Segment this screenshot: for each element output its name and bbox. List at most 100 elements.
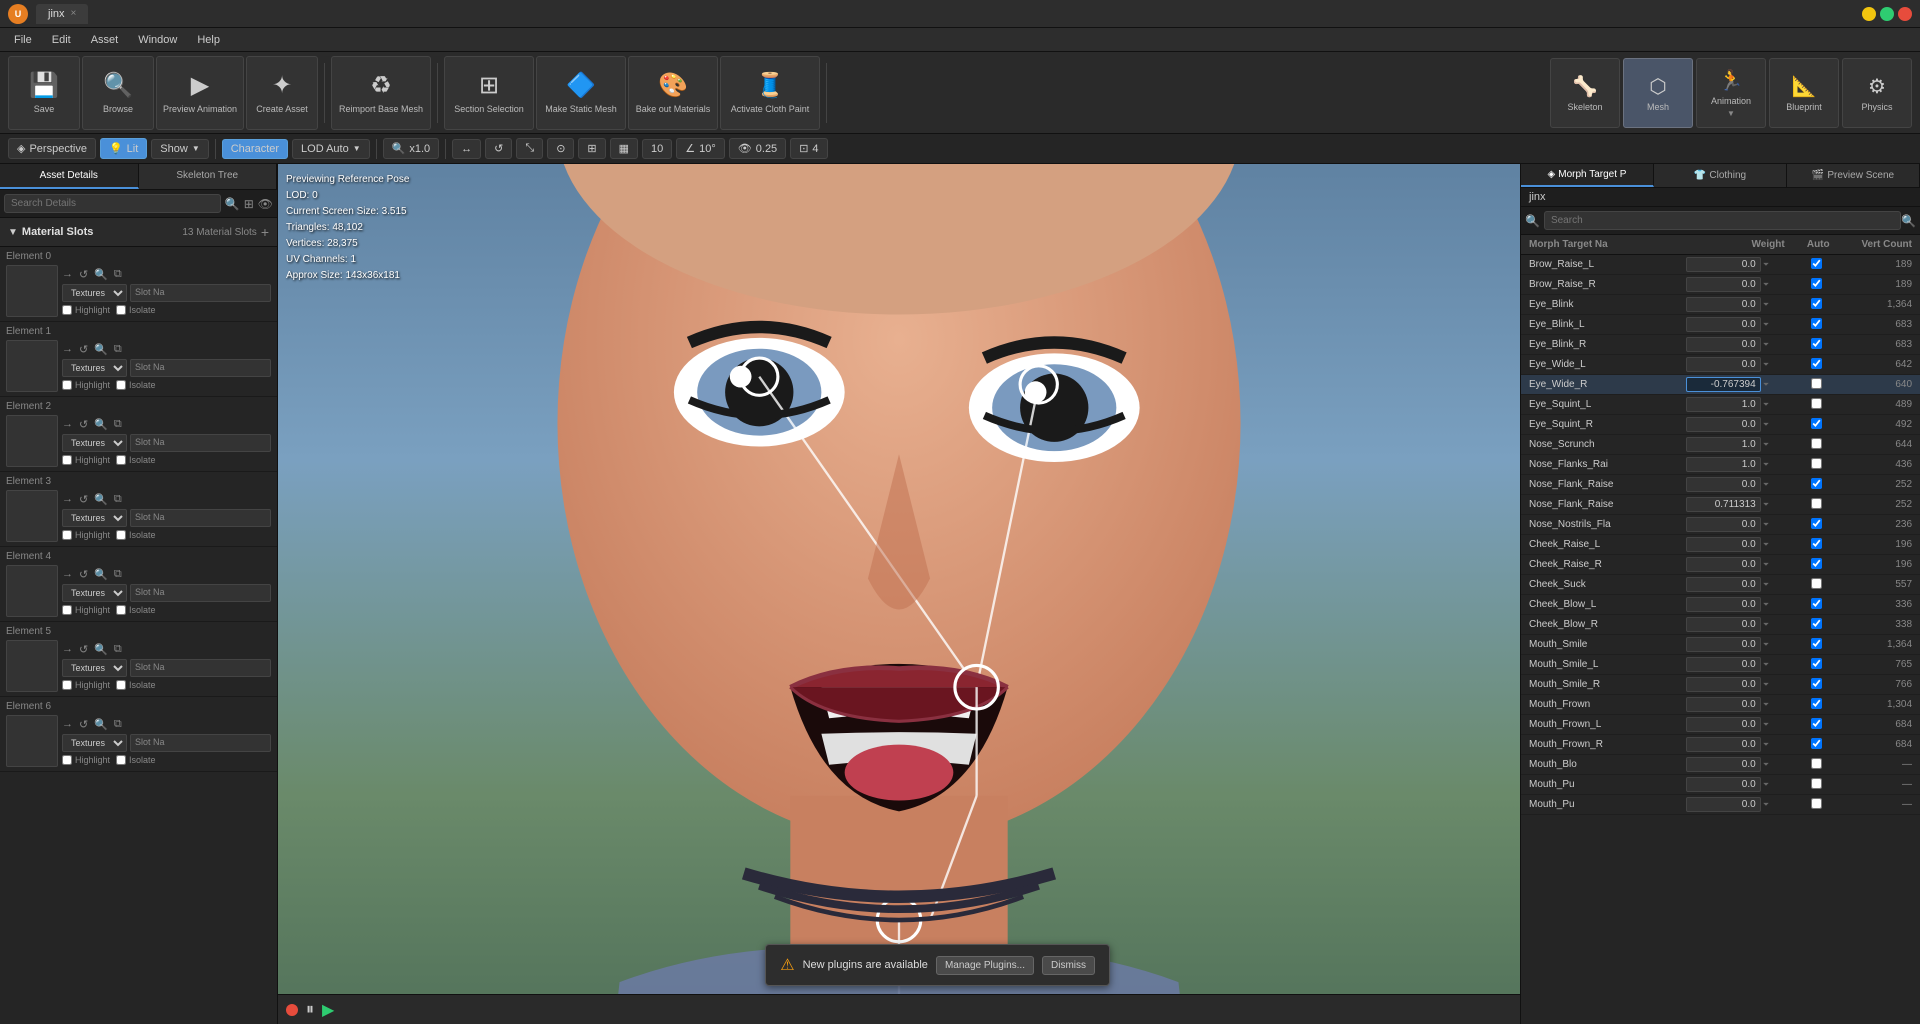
add-material-button[interactable]: + [261, 224, 269, 240]
morph-weight-spin[interactable]: ⏷ [1763, 660, 1769, 670]
morph-weight-input[interactable] [1686, 417, 1761, 432]
menu-edit[interactable]: Edit [44, 31, 79, 49]
morph-auto-checkbox[interactable] [1811, 378, 1822, 389]
material-reset-icon[interactable]: ↺ [79, 418, 88, 431]
lit-button[interactable]: 💡 Lit [100, 138, 147, 159]
morph-weight-input[interactable] [1686, 557, 1761, 572]
rotate-button[interactable]: ↺ [485, 138, 512, 159]
viewport[interactable]: Z X Previewing Reference Pose LOD: 0 Cur… [278, 164, 1520, 1024]
morph-weight-spin[interactable]: ⏷ [1763, 380, 1769, 390]
morph-weight-input[interactable] [1686, 657, 1761, 672]
material-type-dropdown[interactable]: Textures [62, 584, 127, 602]
morph-auto-checkbox[interactable] [1811, 758, 1822, 769]
morph-weight-spin[interactable]: ⏷ [1763, 440, 1769, 450]
morph-weight-spin[interactable]: ⏷ [1763, 800, 1769, 810]
highlight-checkbox[interactable] [62, 680, 72, 690]
highlight-checkbox[interactable] [62, 530, 72, 540]
blueprint-mode-button[interactable]: 📐 Blueprint [1769, 58, 1839, 128]
reimport-button[interactable]: ♻ Reimport Base Mesh [331, 56, 431, 130]
highlight-checkbox[interactable] [62, 755, 72, 765]
material-type-dropdown[interactable]: Textures [62, 509, 127, 527]
view-options-icon[interactable]: ⊞ [244, 197, 254, 211]
lod-button[interactable]: LOD Auto ▼ [292, 139, 370, 159]
isolate-checkbox[interactable] [116, 605, 126, 615]
morph-weight-spin[interactable]: ⏷ [1763, 760, 1769, 770]
material-type-dropdown[interactable]: Textures [62, 359, 127, 377]
morph-weight-spin[interactable]: ⏷ [1763, 720, 1769, 730]
material-copy-icon[interactable]: ⧉ [114, 718, 122, 731]
tab-skeleton-tree[interactable]: Skeleton Tree [139, 164, 278, 189]
minimize-button[interactable] [1862, 7, 1876, 21]
morph-weight-input[interactable] [1686, 317, 1761, 332]
morph-weight-spin[interactable]: ⏷ [1763, 560, 1769, 570]
isolate-checkbox[interactable] [116, 380, 126, 390]
material-reset-icon[interactable]: ↺ [79, 493, 88, 506]
morph-search-submit-icon[interactable]: 🔍 [1901, 214, 1916, 228]
material-reset-icon[interactable]: ↺ [79, 643, 88, 656]
stop-button[interactable] [286, 1004, 298, 1016]
morph-weight-spin[interactable]: ⏷ [1763, 420, 1769, 430]
morph-weight-input[interactable] [1686, 437, 1761, 452]
zoom-button[interactable]: 🔍 x1.0 [383, 138, 440, 159]
morph-weight-spin[interactable]: ⏷ [1763, 340, 1769, 350]
morph-auto-checkbox[interactable] [1811, 738, 1822, 749]
menu-asset[interactable]: Asset [83, 31, 127, 49]
morph-weight-spin[interactable]: ⏷ [1763, 480, 1769, 490]
isolate-checkbox[interactable] [116, 455, 126, 465]
morph-weight-input[interactable] [1686, 677, 1761, 692]
morph-weight-spin[interactable]: ⏷ [1763, 460, 1769, 470]
morph-auto-checkbox[interactable] [1811, 578, 1822, 589]
menu-window[interactable]: Window [130, 31, 185, 49]
morph-weight-spin[interactable]: ⏷ [1763, 620, 1769, 630]
material-arrow-icon[interactable]: → [62, 718, 73, 730]
material-copy-icon[interactable]: ⧉ [114, 493, 122, 506]
morph-weight-spin[interactable]: ⏷ [1763, 360, 1769, 370]
morph-weight-spin[interactable]: ⏷ [1763, 580, 1769, 590]
create-asset-button[interactable]: ✦ Create Asset [246, 56, 318, 130]
morph-weight-input[interactable] [1686, 357, 1761, 372]
material-copy-icon[interactable]: ⧉ [114, 268, 122, 281]
morph-weight-spin[interactable]: ⏷ [1763, 540, 1769, 550]
morph-weight-input[interactable] [1686, 457, 1761, 472]
grid-button[interactable]: ▦ [610, 138, 638, 159]
morph-weight-input[interactable] [1686, 777, 1761, 792]
transform-button[interactable]: ↔ [452, 139, 481, 159]
morph-auto-checkbox[interactable] [1811, 498, 1822, 509]
morph-auto-checkbox[interactable] [1811, 478, 1822, 489]
morph-weight-spin[interactable]: ⏷ [1763, 400, 1769, 410]
morph-weight-input[interactable] [1686, 757, 1761, 772]
section-selection-button[interactable]: ⊞ Section Selection [444, 56, 534, 130]
morph-weight-input[interactable] [1686, 617, 1761, 632]
morph-weight-spin[interactable]: ⏷ [1763, 320, 1769, 330]
morph-weight-input[interactable] [1686, 277, 1761, 292]
morph-weight-input[interactable] [1686, 537, 1761, 552]
morph-weight-input[interactable] [1686, 397, 1761, 412]
morph-weight-input[interactable] [1686, 337, 1761, 352]
material-copy-icon[interactable]: ⧉ [114, 418, 122, 431]
isolate-checkbox[interactable] [116, 305, 126, 315]
morph-auto-checkbox[interactable] [1811, 538, 1822, 549]
search-icon[interactable]: 🔍 [225, 197, 240, 211]
expand-icon[interactable]: ▼ [8, 227, 18, 238]
morph-auto-checkbox[interactable] [1811, 398, 1822, 409]
morph-weight-spin[interactable]: ⏷ [1763, 780, 1769, 790]
material-arrow-icon[interactable]: → [62, 268, 73, 280]
fov-button[interactable]: 👁 0.25 [729, 138, 786, 159]
material-find-icon[interactable]: 🔍 [94, 268, 108, 281]
morph-weight-spin[interactable]: ⏷ [1763, 520, 1769, 530]
morph-auto-checkbox[interactable] [1811, 358, 1822, 369]
morph-auto-checkbox[interactable] [1811, 618, 1822, 629]
material-copy-icon[interactable]: ⧉ [114, 643, 122, 656]
morph-weight-input[interactable] [1686, 377, 1761, 392]
show-button[interactable]: Show ▼ [151, 139, 208, 159]
maximize-button[interactable] [1880, 7, 1894, 21]
material-find-icon[interactable]: 🔍 [94, 343, 108, 356]
material-find-icon[interactable]: 🔍 [94, 493, 108, 506]
morph-weight-spin[interactable]: ⏷ [1763, 300, 1769, 310]
eye-icon[interactable]: 👁 [258, 197, 273, 211]
tab-asset-details[interactable]: Asset Details [0, 164, 139, 189]
material-copy-icon[interactable]: ⧉ [114, 343, 122, 356]
morph-weight-spin[interactable]: ⏷ [1763, 260, 1769, 270]
material-type-dropdown[interactable]: Textures [62, 734, 127, 752]
play-button[interactable]: ▶ [322, 1000, 334, 1020]
